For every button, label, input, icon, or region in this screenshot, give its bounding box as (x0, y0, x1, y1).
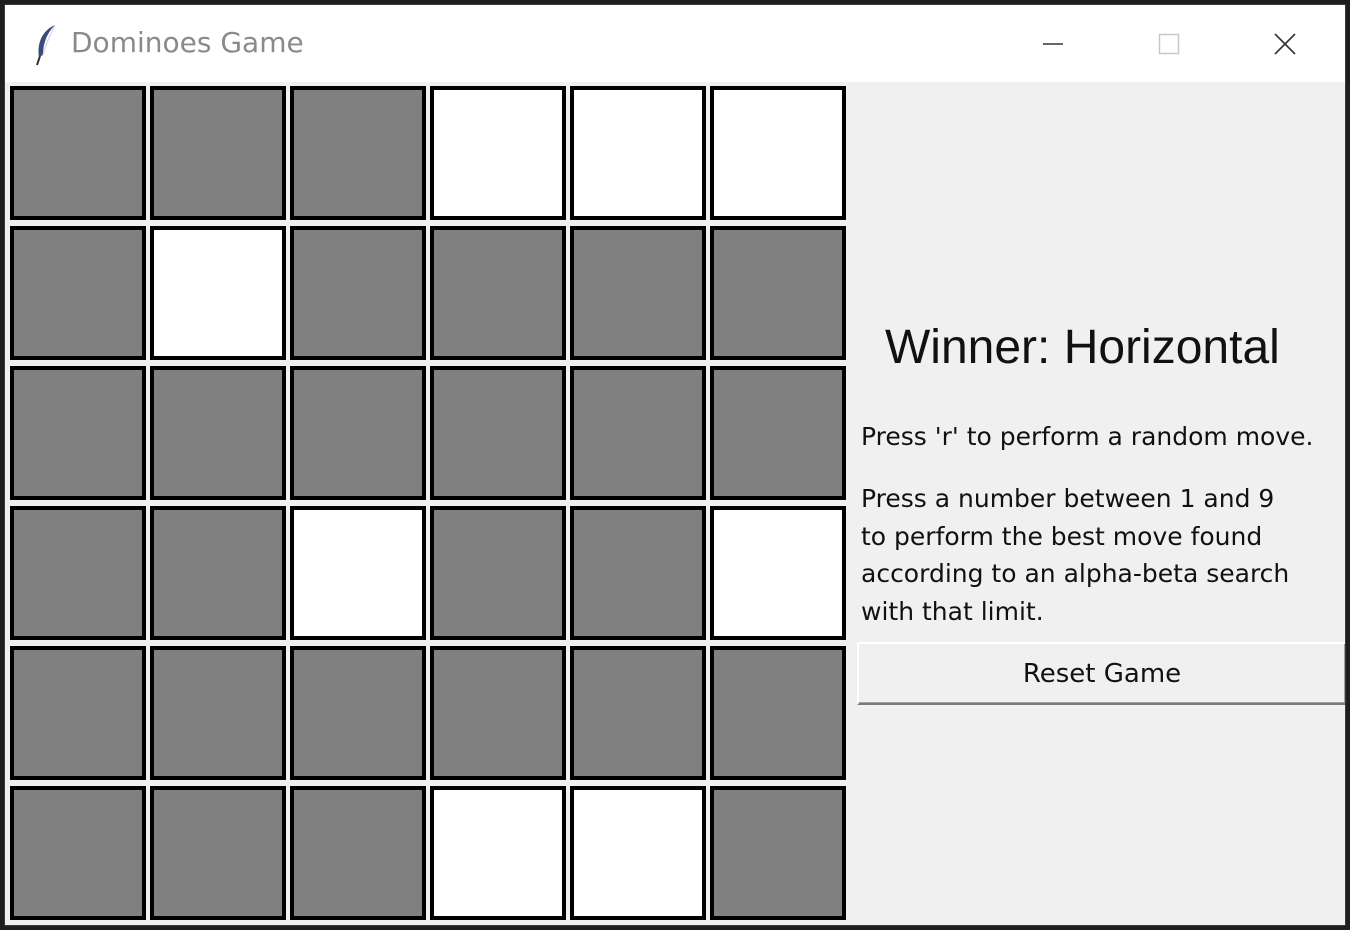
board-cell-5-6[interactable] (710, 646, 846, 780)
board-cell-2-5[interactable] (570, 226, 706, 360)
board-cell-5-2[interactable] (150, 646, 286, 780)
board-cell-1-6[interactable] (710, 86, 846, 220)
close-icon (1274, 32, 1296, 55)
maximize-icon (1158, 33, 1180, 54)
board-cell-6-4[interactable] (430, 786, 566, 920)
maximize-button[interactable] (1113, 5, 1225, 82)
board-cell-4-2[interactable] (150, 506, 286, 640)
window-title: Dominoes Game (71, 26, 304, 59)
board-cell-4-1[interactable] (10, 506, 146, 640)
board-cell-3-1[interactable] (10, 366, 146, 500)
board-cell-3-5[interactable] (570, 366, 706, 500)
app-window: Dominoes Game Winner: Horizontal Press '… (4, 4, 1346, 926)
minimize-icon (1043, 42, 1063, 45)
board-cell-5-4[interactable] (430, 646, 566, 780)
board-cell-2-1[interactable] (10, 226, 146, 360)
title-bar[interactable]: Dominoes Game (5, 5, 1345, 82)
best-move-instruction: Press a number between 1 and 9 to perfor… (861, 484, 1290, 626)
board-cell-1-2[interactable] (150, 86, 286, 220)
board-cell-1-3[interactable] (290, 86, 426, 220)
board-cell-6-3[interactable] (290, 786, 426, 920)
board-cell-6-1[interactable] (10, 786, 146, 920)
board-cell-3-6[interactable] (710, 366, 846, 500)
board-cell-4-3[interactable] (290, 506, 426, 640)
board-cell-4-4[interactable] (430, 506, 566, 640)
board-cell-3-4[interactable] (430, 366, 566, 500)
board-cell-6-2[interactable] (150, 786, 286, 920)
board-cell-1-5[interactable] (570, 86, 706, 220)
board-cell-2-3[interactable] (290, 226, 426, 360)
game-board[interactable] (10, 86, 850, 925)
board-cell-4-5[interactable] (570, 506, 706, 640)
board-cell-2-6[interactable] (710, 226, 846, 360)
winner-label: Winner: Horizontal (885, 321, 1280, 374)
board-cell-5-5[interactable] (570, 646, 706, 780)
board-cell-5-1[interactable] (10, 646, 146, 780)
board-cell-1-4[interactable] (430, 86, 566, 220)
board-cell-6-6[interactable] (710, 786, 846, 920)
board-cell-4-6[interactable] (710, 506, 846, 640)
board-cell-3-3[interactable] (290, 366, 426, 500)
board-cell-1-1[interactable] (10, 86, 146, 220)
feather-icon (36, 24, 56, 66)
board-cell-3-2[interactable] (150, 366, 286, 500)
random-move-instruction: Press 'r' to perform a random move. (861, 422, 1314, 451)
board-cell-2-2[interactable] (150, 226, 286, 360)
reset-game-button[interactable]: Reset Game (857, 642, 1345, 705)
board-cell-6-5[interactable] (570, 786, 706, 920)
side-panel: Winner: Horizontal Press 'r' to perform … (855, 82, 1345, 925)
board-cell-5-3[interactable] (290, 646, 426, 780)
minimize-button[interactable] (997, 5, 1109, 82)
close-button[interactable] (1229, 5, 1341, 82)
board-cell-2-4[interactable] (430, 226, 566, 360)
